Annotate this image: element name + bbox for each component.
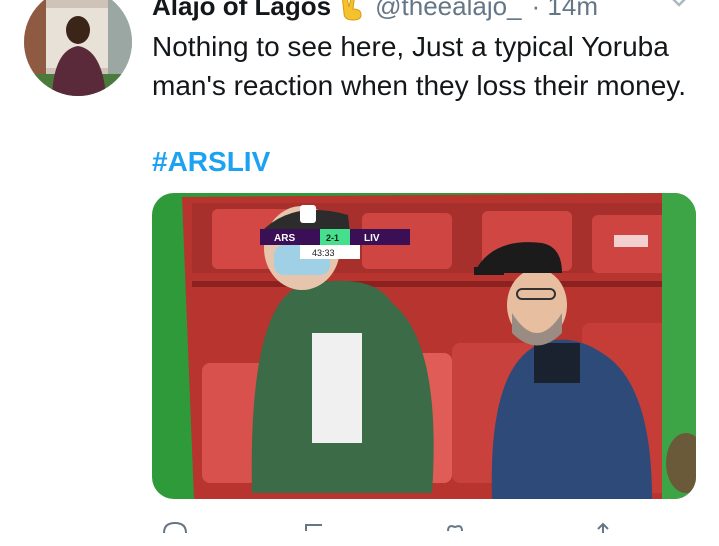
victory-hand-icon <box>339 0 365 21</box>
user-handle[interactable]: @theealajo_ <box>375 0 521 22</box>
hashtag-link[interactable]: #ARSLIV <box>152 142 270 181</box>
premier-league-logo <box>300 205 316 223</box>
retweet-icon[interactable] <box>300 521 330 541</box>
chevron-down-icon[interactable] <box>668 0 690 8</box>
channel-logo <box>614 235 648 247</box>
scorebug-score: 2-1 <box>326 233 339 243</box>
tweet-actions <box>152 515 672 534</box>
display-name[interactable]: Alajo of Lagos <box>152 0 331 22</box>
profile-photo <box>24 0 132 96</box>
timestamp[interactable]: · 14m <box>532 0 598 22</box>
like-icon[interactable] <box>440 521 470 541</box>
reply-icon[interactable] <box>160 521 190 541</box>
tweet-header: Alajo of Lagos @theealajo_ · 14m <box>152 0 598 24</box>
scorebug-home: ARS <box>274 233 295 244</box>
share-icon[interactable] <box>588 521 618 541</box>
tweet-text: Nothing to see here, Just a typical Yoru… <box>152 31 686 101</box>
tv-photo: ARS 2-1 LIV 43:33 <box>152 193 696 499</box>
scorebug-away: LIV <box>364 233 380 244</box>
avatar[interactable] <box>24 0 132 96</box>
scorebug-clock: 43:33 <box>312 248 335 258</box>
tweet-media[interactable]: ARS 2-1 LIV 43:33 <box>152 193 696 499</box>
